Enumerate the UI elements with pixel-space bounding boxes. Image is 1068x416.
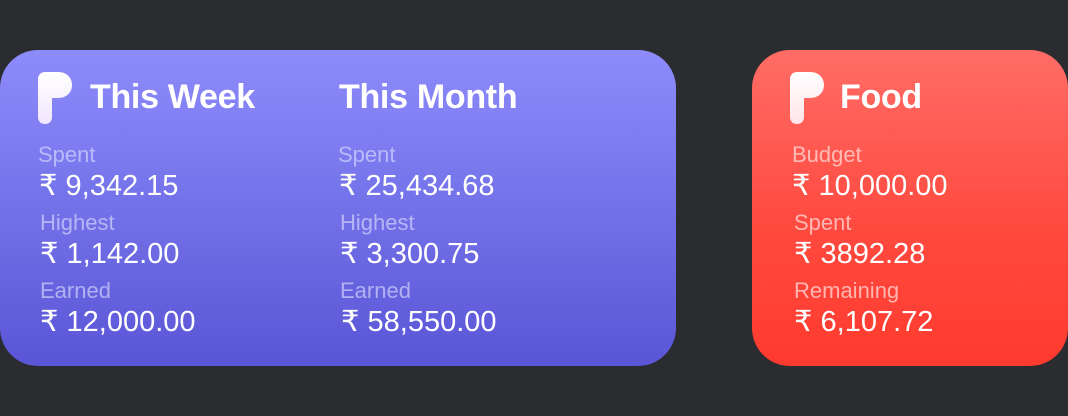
app-logo-icon (790, 72, 824, 124)
budget-remaining-label: Remaining (794, 278, 900, 303)
week-spent-label: Spent (38, 142, 96, 167)
food-budget-widget[interactable]: Food Budget ₹ 10,000.00 Spent ₹ 3892.28 … (752, 50, 1068, 366)
budget-value: ₹ 10,000.00 (792, 170, 948, 202)
month-earned-value: ₹ 58,550.00 (341, 306, 497, 338)
month-highest-value: ₹ 3,300.75 (340, 238, 480, 270)
month-spent-label: Spent (338, 142, 396, 167)
this-month-title: This Month (339, 78, 518, 116)
week-earned-value: ₹ 12,000.00 (40, 306, 196, 338)
week-earned-label: Earned (40, 278, 111, 303)
week-highest-label: Highest (40, 210, 115, 235)
budget-category-title: Food (840, 78, 922, 116)
month-spent-value: ₹ 25,434.68 (339, 170, 495, 202)
month-highest-label: Highest (340, 210, 415, 235)
week-spent-value: ₹ 9,342.15 (39, 170, 179, 202)
week-highest-value: ₹ 1,142.00 (40, 238, 180, 270)
budget-remaining-value: ₹ 6,107.72 (794, 306, 934, 338)
spending-summary-widget[interactable]: This Week Spent ₹ 9,342.15 Highest ₹ 1,1… (0, 50, 676, 366)
budget-label: Budget (792, 142, 862, 167)
budget-spent-label: Spent (794, 210, 852, 235)
app-logo-icon (38, 72, 72, 124)
budget-spent-value: ₹ 3892.28 (794, 238, 926, 270)
month-earned-label: Earned (340, 278, 411, 303)
this-week-title: This Week (90, 78, 255, 116)
